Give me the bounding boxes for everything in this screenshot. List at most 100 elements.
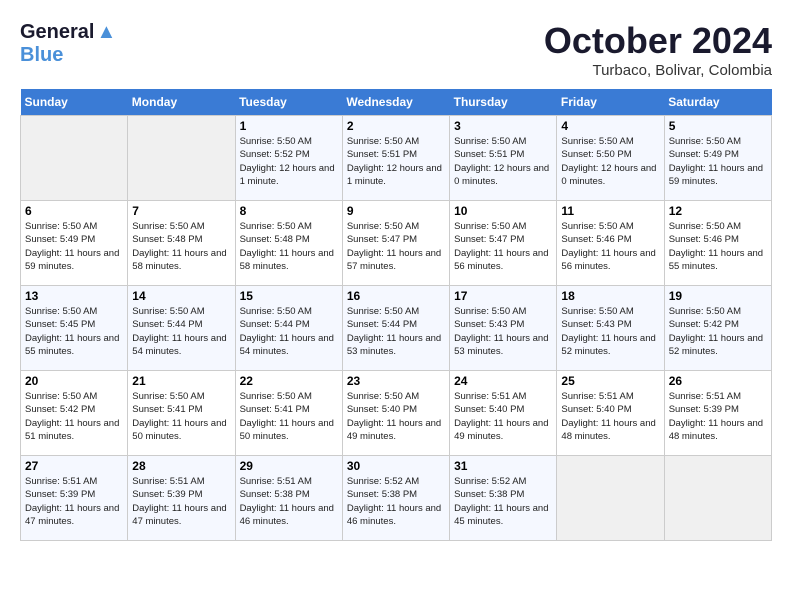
day-number: 12 <box>669 204 767 218</box>
day-number: 2 <box>347 119 445 133</box>
weekday-header-cell: Tuesday <box>235 89 342 116</box>
day-info: Sunrise: 5:50 AM Sunset: 5:43 PM Dayligh… <box>561 305 659 358</box>
day-info: Sunrise: 5:52 AM Sunset: 5:38 PM Dayligh… <box>347 475 445 528</box>
month-title: October 2024 <box>544 20 772 62</box>
day-number: 10 <box>454 204 552 218</box>
day-number: 1 <box>240 119 338 133</box>
day-number: 23 <box>347 374 445 388</box>
calendar-day-cell: 23 Sunrise: 5:50 AM Sunset: 5:40 PM Dayli… <box>342 371 449 456</box>
calendar-day-cell: 26 Sunrise: 5:51 AM Sunset: 5:39 PM Dayli… <box>664 371 771 456</box>
weekday-header-cell: Sunday <box>21 89 128 116</box>
calendar-day-cell: 8Sunrise: 5:50 AM Sunset: 5:48 PM Daylig… <box>235 201 342 286</box>
day-number: 14 <box>132 289 230 303</box>
calendar-week-row: 13 Sunrise: 5:50 AM Sunset: 5:45 PM Dayli… <box>21 286 772 371</box>
weekday-header-row: SundayMondayTuesdayWednesdayThursdayFrid… <box>21 89 772 116</box>
calendar-day-cell: 17Sunrise: 5:50 AM Sunset: 5:43 PM Dayli… <box>450 286 557 371</box>
day-info: Sunrise: 5:51 AM Sunset: 5:39 PM Dayligh… <box>25 475 123 528</box>
calendar-day-cell: 10 Sunrise: 5:50 AM Sunset: 5:47 PM Dayli… <box>450 201 557 286</box>
weekday-header-cell: Thursday <box>450 89 557 116</box>
calendar-week-row: 27 Sunrise: 5:51 AM Sunset: 5:39 PM Dayli… <box>21 456 772 541</box>
calendar-day-cell: 14Sunrise: 5:50 AM Sunset: 5:44 PM Dayli… <box>128 286 235 371</box>
calendar-week-row: 1 Sunrise: 5:50 AM Sunset: 5:52 PM Daylig… <box>21 116 772 201</box>
calendar-day-cell: 18 Sunrise: 5:50 AM Sunset: 5:43 PM Dayli… <box>557 286 664 371</box>
weekday-header-cell: Saturday <box>664 89 771 116</box>
calendar-table: SundayMondayTuesdayWednesdayThursdayFrid… <box>20 89 772 541</box>
calendar-day-cell: 4 Sunrise: 5:50 AM Sunset: 5:50 PM Daylig… <box>557 116 664 201</box>
calendar-day-cell: 24Sunrise: 5:51 AM Sunset: 5:40 PM Dayli… <box>450 371 557 456</box>
calendar-day-cell: 16Sunrise: 5:50 AM Sunset: 5:44 PM Dayli… <box>342 286 449 371</box>
calendar-day-cell: 25 Sunrise: 5:51 AM Sunset: 5:40 PM Dayli… <box>557 371 664 456</box>
weekday-header-cell: Monday <box>128 89 235 116</box>
day-info: Sunrise: 5:50 AM Sunset: 5:42 PM Dayligh… <box>25 390 123 443</box>
calendar-day-cell: 1 Sunrise: 5:50 AM Sunset: 5:52 PM Daylig… <box>235 116 342 201</box>
day-number: 31 <box>454 459 552 473</box>
day-number: 20 <box>25 374 123 388</box>
calendar-week-row: 20 Sunrise: 5:50 AM Sunset: 5:42 PM Dayli… <box>21 371 772 456</box>
weekday-header-cell: Wednesday <box>342 89 449 116</box>
calendar-day-cell <box>128 116 235 201</box>
calendar-day-cell: 7 Sunrise: 5:50 AM Sunset: 5:48 PM Daylig… <box>128 201 235 286</box>
day-number: 25 <box>561 374 659 388</box>
calendar-day-cell: 28Sunrise: 5:51 AM Sunset: 5:39 PM Dayli… <box>128 456 235 541</box>
day-number: 3 <box>454 119 552 133</box>
day-number: 18 <box>561 289 659 303</box>
day-info: Sunrise: 5:50 AM Sunset: 5:47 PM Dayligh… <box>454 220 552 273</box>
day-info: Sunrise: 5:51 AM Sunset: 5:40 PM Dayligh… <box>454 390 552 443</box>
day-info: Sunrise: 5:50 AM Sunset: 5:52 PM Dayligh… <box>240 135 338 188</box>
calendar-day-cell: 22 Sunrise: 5:50 AM Sunset: 5:41 PM Dayli… <box>235 371 342 456</box>
calendar-day-cell: 5Sunrise: 5:50 AM Sunset: 5:49 PM Daylig… <box>664 116 771 201</box>
day-info: Sunrise: 5:50 AM Sunset: 5:44 PM Dayligh… <box>240 305 338 358</box>
calendar-day-cell: 27 Sunrise: 5:51 AM Sunset: 5:39 PM Dayli… <box>21 456 128 541</box>
day-info: Sunrise: 5:50 AM Sunset: 5:40 PM Dayligh… <box>347 390 445 443</box>
title-section: October 2024 Turbaco, Bolivar, Colombia <box>544 20 772 79</box>
day-number: 5 <box>669 119 767 133</box>
day-info: Sunrise: 5:50 AM Sunset: 5:41 PM Dayligh… <box>240 390 338 443</box>
page-header: General▲ Blue October 2024 Turbaco, Boli… <box>20 20 772 79</box>
day-info: Sunrise: 5:50 AM Sunset: 5:48 PM Dayligh… <box>240 220 338 273</box>
calendar-day-cell: 31 Sunrise: 5:52 AM Sunset: 5:38 PM Dayli… <box>450 456 557 541</box>
day-number: 15 <box>240 289 338 303</box>
day-info: Sunrise: 5:50 AM Sunset: 5:51 PM Dayligh… <box>347 135 445 188</box>
day-info: Sunrise: 5:50 AM Sunset: 5:49 PM Dayligh… <box>25 220 123 273</box>
day-number: 27 <box>25 459 123 473</box>
day-info: Sunrise: 5:50 AM Sunset: 5:47 PM Dayligh… <box>347 220 445 273</box>
day-number: 26 <box>669 374 767 388</box>
day-number: 13 <box>25 289 123 303</box>
calendar-day-cell: 30 Sunrise: 5:52 AM Sunset: 5:38 PM Dayli… <box>342 456 449 541</box>
day-info: Sunrise: 5:50 AM Sunset: 5:42 PM Dayligh… <box>669 305 767 358</box>
logo: General▲ Blue <box>20 20 116 67</box>
day-info: Sunrise: 5:50 AM Sunset: 5:50 PM Dayligh… <box>561 135 659 188</box>
day-info: Sunrise: 5:50 AM Sunset: 5:45 PM Dayligh… <box>25 305 123 358</box>
day-number: 7 <box>132 204 230 218</box>
day-info: Sunrise: 5:50 AM Sunset: 5:48 PM Dayligh… <box>132 220 230 273</box>
logo-text: General▲ <box>20 20 116 44</box>
day-number: 4 <box>561 119 659 133</box>
calendar-day-cell: 15 Sunrise: 5:50 AM Sunset: 5:44 PM Dayli… <box>235 286 342 371</box>
location: Turbaco, Bolivar, Colombia <box>544 62 772 79</box>
calendar-day-cell: 20 Sunrise: 5:50 AM Sunset: 5:42 PM Dayli… <box>21 371 128 456</box>
day-number: 22 <box>240 374 338 388</box>
day-info: Sunrise: 5:51 AM Sunset: 5:39 PM Dayligh… <box>669 390 767 443</box>
calendar-day-cell: 19 Sunrise: 5:50 AM Sunset: 5:42 PM Dayli… <box>664 286 771 371</box>
calendar-day-cell <box>664 456 771 541</box>
day-number: 30 <box>347 459 445 473</box>
day-number: 29 <box>240 459 338 473</box>
day-number: 11 <box>561 204 659 218</box>
day-info: Sunrise: 5:50 AM Sunset: 5:46 PM Dayligh… <box>561 220 659 273</box>
weekday-header-cell: Friday <box>557 89 664 116</box>
day-number: 28 <box>132 459 230 473</box>
day-info: Sunrise: 5:50 AM Sunset: 5:41 PM Dayligh… <box>132 390 230 443</box>
calendar-day-cell: 29Sunrise: 5:51 AM Sunset: 5:38 PM Dayli… <box>235 456 342 541</box>
day-number: 19 <box>669 289 767 303</box>
logo-subtext: Blue <box>20 44 116 67</box>
day-number: 21 <box>132 374 230 388</box>
day-info: Sunrise: 5:52 AM Sunset: 5:38 PM Dayligh… <box>454 475 552 528</box>
day-info: Sunrise: 5:50 AM Sunset: 5:43 PM Dayligh… <box>454 305 552 358</box>
calendar-day-cell: 2 Sunrise: 5:50 AM Sunset: 5:51 PM Daylig… <box>342 116 449 201</box>
calendar-day-cell: 12Sunrise: 5:50 AM Sunset: 5:46 PM Dayli… <box>664 201 771 286</box>
calendar-week-row: 6Sunrise: 5:50 AM Sunset: 5:49 PM Daylig… <box>21 201 772 286</box>
day-info: Sunrise: 5:51 AM Sunset: 5:40 PM Dayligh… <box>561 390 659 443</box>
calendar-day-cell <box>557 456 664 541</box>
calendar-day-cell: 6Sunrise: 5:50 AM Sunset: 5:49 PM Daylig… <box>21 201 128 286</box>
calendar-day-cell: 9Sunrise: 5:50 AM Sunset: 5:47 PM Daylig… <box>342 201 449 286</box>
